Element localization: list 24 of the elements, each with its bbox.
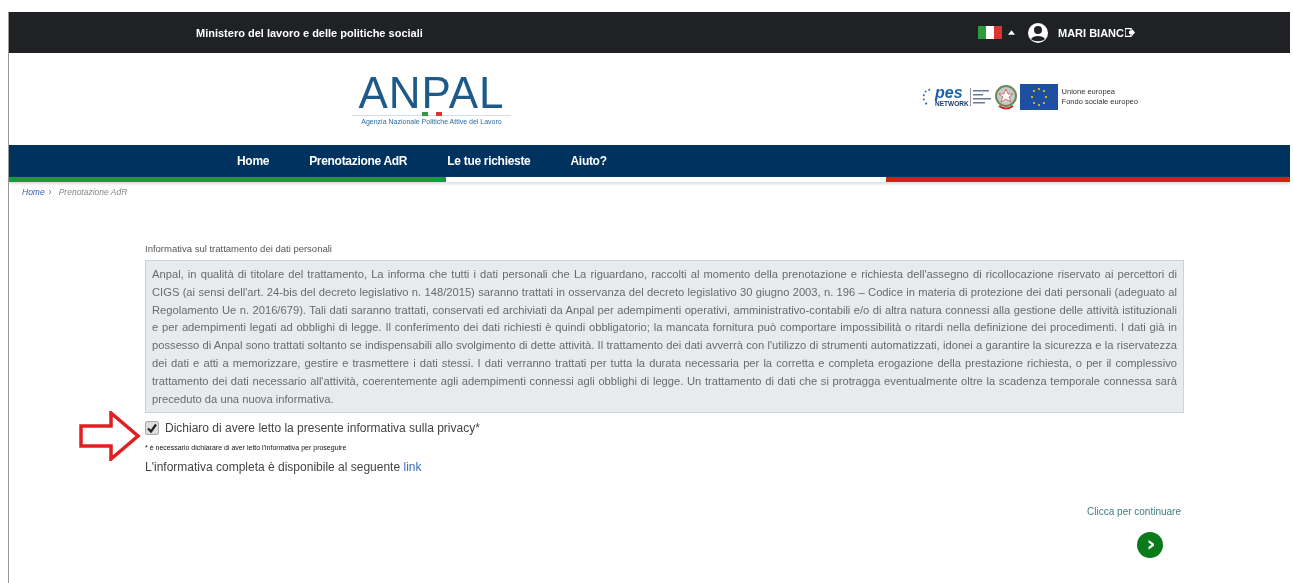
nav-item[interactable]: Le tue richieste bbox=[427, 154, 551, 168]
continue-button[interactable]: › bbox=[1137, 532, 1163, 559]
user-name[interactable]: MARI BIANC bbox=[1058, 26, 1124, 39]
checkbox[interactable] bbox=[145, 421, 159, 436]
info-link[interactable]: link bbox=[403, 460, 422, 475]
emblem-icon bbox=[993, 83, 1018, 110]
caret-icon[interactable] bbox=[1008, 30, 1015, 35]
nav-item[interactable]: Aiuto? bbox=[550, 154, 627, 168]
continue-label: Clicca per continuare bbox=[1087, 506, 1181, 518]
breadcrumb-link[interactable]: Home bbox=[22, 187, 45, 197]
policy-text: Anpal, in qualità di titolare del trattamento, La informa che tutti i dati personali che La riguardano, raccolti al momento della prenotazione e richiesta dell'assegno di ricollocazione riservato ai percettori di CIGS (ai sensi dell'art. 24-bis del decreto legislativo n. 148/2015) saranno trattati in osservanza del decreto legislativo 30 giugno 2003, n. 196 – Codice in materia di protezione dei dati personali (adeguato al Regolamento Ue n. 2016/679). Tali dati saranno trattati, conservati ed archiviati da Anpal per adempimenti operativi, amministrativo-contabili e/o di altra natura connessi alla gestione delle attività istituzionali e per adempimenti legati ad obblighi di legge. Il conferimento dei dati richiesti è quindi obbligatorio; la mancata fornitura può comportare impossibilità o ritardi nella definizione dei procedimenti. I dati già in possesso di Anpal sono trattati soltanto se indispensabili allo svolgimento di dette attività. Il trattamento dei dati avverrà con l'utilizzo di strumenti automatizzati, idonei a garantire la sicurezza e la riservatezza dei dati e atti a memorizzare, gestire e trasmettere i dati stessi. I dati verranno trattati per tutta la durata necessaria per la corretta e completa erogazione della prestazione richiesta, o per il complessivo trattamento dei dati necessario all'attività, coerentemente agli adempimenti connessi agli obblighi di legge. Un trattamento di dati che si protragga eventualmente oltre la scadenza temporale connessa sarà preceduto da una nuova informativa. bbox=[145, 260, 1184, 414]
user-icon[interactable] bbox=[1027, 21, 1049, 44]
info-text: L'informativa completa è disponibile al seguente bbox=[145, 460, 401, 475]
eu-flag-icon bbox=[1019, 83, 1058, 110]
ministry-name: Ministero del lavoro e delle politiche sociali bbox=[196, 26, 423, 39]
section-heading: Informativa sul trattamento dei dati personali bbox=[145, 243, 333, 254]
consent-label[interactable]: Dichiaro di avere letto la presente informativa sulla privacy* bbox=[165, 421, 480, 436]
arrow-icon bbox=[79, 411, 141, 462]
flag-icon[interactable] bbox=[978, 26, 1002, 39]
logout-icon[interactable] bbox=[1125, 28, 1135, 37]
chevron-icon bbox=[47, 189, 52, 195]
nav-item[interactable]: Home bbox=[217, 154, 290, 168]
breadcrumb-current: Prenotazione AdR bbox=[58, 187, 128, 197]
nav-item[interactable]: Prenotazione AdR bbox=[289, 154, 428, 168]
